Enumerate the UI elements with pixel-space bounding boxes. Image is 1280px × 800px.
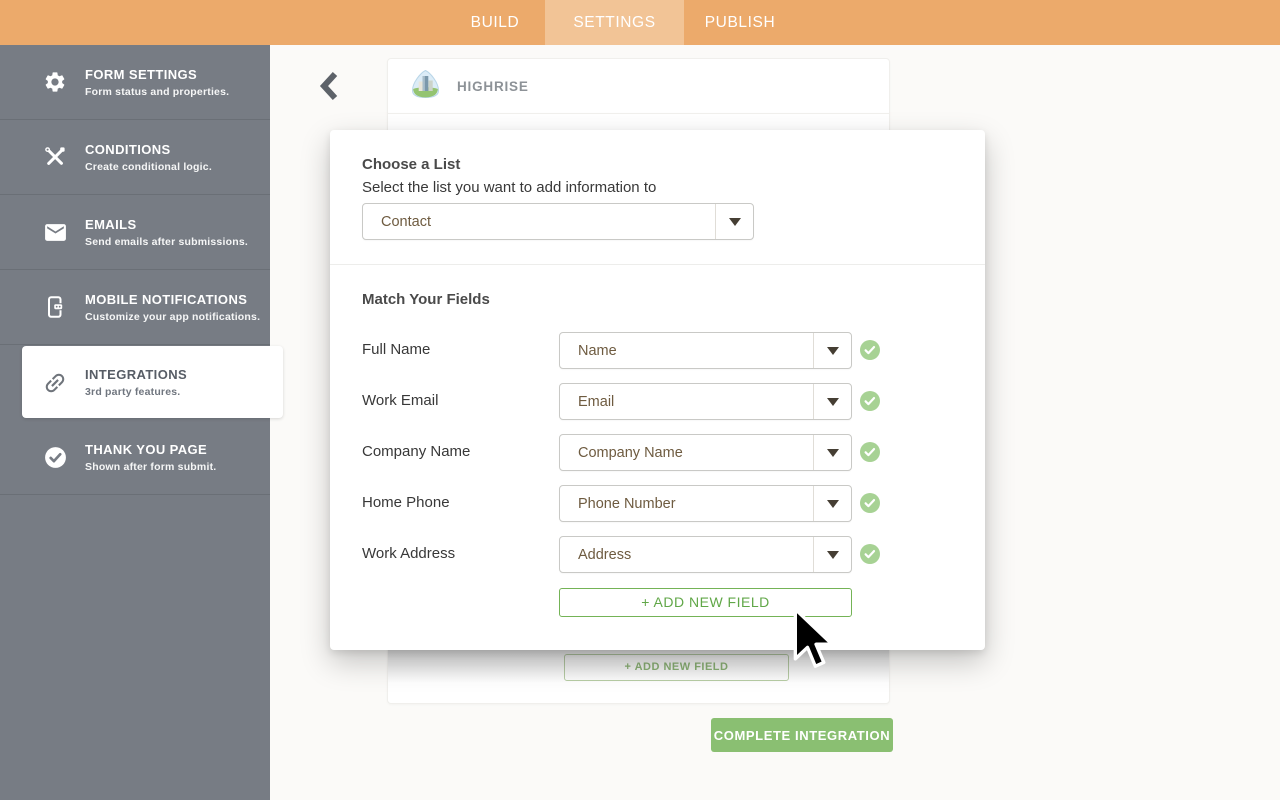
chevron-down-icon[interactable]	[813, 486, 851, 521]
field-select-work-email[interactable]: Email	[559, 383, 852, 420]
sidebar-item-subtitle: Form status and properties.	[85, 85, 230, 98]
integration-app-name: HIGHRISE	[457, 78, 529, 94]
section-divider	[330, 264, 985, 265]
field-select-work-address[interactable]: Address	[559, 536, 852, 573]
back-button[interactable]	[318, 70, 344, 102]
matched-check-icon	[860, 544, 880, 564]
field-label-company-name: Company Name	[362, 443, 471, 460]
tab-publish[interactable]: PUBLISH	[684, 0, 796, 45]
field-select-value: Address	[578, 546, 632, 563]
sidebar-item-title: CONDITIONS	[85, 141, 171, 157]
sidebar-item-form-settings[interactable]: FORM SETTINGS Form status and properties…	[0, 45, 270, 120]
chevron-down-icon[interactable]	[715, 204, 753, 239]
matched-check-icon	[860, 391, 880, 411]
field-select-company-name[interactable]: Company Name	[559, 434, 852, 471]
sidebar-item-title: MOBILE NOTIFICATIONS	[85, 291, 248, 307]
complete-integration-button[interactable]: COMPLETE INTEGRATION	[711, 718, 893, 752]
field-label-full-name: Full Name	[362, 341, 431, 358]
field-select-value: Email	[578, 393, 615, 410]
sidebar-item-subtitle: Create conditional logic.	[85, 160, 212, 173]
add-new-field-button[interactable]: + ADD NEW FIELD	[559, 588, 852, 617]
envelope-icon	[42, 219, 68, 245]
field-matching-dialog: Choose a List Select the list you want t…	[330, 130, 985, 650]
matched-check-icon	[860, 493, 880, 513]
sidebar-item-title: FORM SETTINGS	[85, 66, 198, 82]
nav-tabs: BUILD SETTINGS PUBLISH	[445, 0, 796, 45]
sidebar-item-title: THANK YOU PAGE	[85, 441, 208, 457]
add-new-field-button-background[interactable]: + ADD NEW FIELD	[564, 654, 789, 681]
tab-build[interactable]: BUILD	[445, 0, 545, 45]
gear-icon	[42, 69, 68, 95]
sidebar-item-thank-you-page[interactable]: THANK YOU PAGE Shown after form submit.	[0, 420, 270, 495]
field-select-value: Phone Number	[578, 495, 676, 512]
sidebar-item-emails[interactable]: EMAILS Send emails after submissions.	[0, 195, 270, 270]
sidebar-item-title: EMAILS	[85, 216, 137, 232]
field-label-work-address: Work Address	[362, 545, 456, 562]
sidebar-item-subtitle: 3rd party features.	[85, 386, 181, 398]
tab-settings[interactable]: SETTINGS	[545, 0, 684, 45]
field-label-work-email: Work Email	[362, 392, 439, 409]
link-icon	[42, 370, 68, 396]
chevron-down-icon[interactable]	[813, 384, 851, 419]
choose-list-subtitle: Select the list you want to add informat…	[362, 179, 657, 196]
sidebar-item-mobile-notifications[interactable]: MOBILE NOTIFICATIONS Customize your app …	[0, 270, 270, 345]
match-fields-title: Match Your Fields	[362, 291, 490, 308]
field-select-home-phone[interactable]: Phone Number	[559, 485, 852, 522]
matched-check-icon	[860, 442, 880, 462]
sidebar-item-subtitle: Customize your app notifications.	[85, 310, 261, 323]
mobile-chat-icon	[42, 294, 68, 320]
choose-list-title: Choose a List	[362, 156, 461, 173]
sidebar-item-integrations[interactable]: INTEGRATIONS 3rd party features.	[0, 345, 283, 420]
sidebar-item-subtitle: Shown after form submit.	[85, 460, 217, 473]
chevron-down-icon[interactable]	[813, 537, 851, 572]
field-select-value: Name	[578, 342, 617, 359]
field-select-value: Company Name	[578, 444, 683, 461]
list-select-value: Contact	[381, 213, 431, 230]
field-label-home-phone: Home Phone	[362, 494, 450, 511]
matched-check-icon	[860, 340, 880, 360]
list-select[interactable]: Contact	[362, 203, 754, 240]
main-content: HIGHRISE + ADD NEW FIELD COMPLETE INTEGR…	[270, 45, 1280, 800]
sidebar-item-title: INTEGRATIONS	[85, 367, 188, 382]
check-circle-icon	[42, 444, 68, 470]
top-navigation-bar: BUILD SETTINGS PUBLISH	[0, 0, 1280, 45]
tools-icon	[42, 144, 68, 170]
field-select-full-name[interactable]: Name	[559, 332, 852, 369]
chevron-down-icon[interactable]	[813, 435, 851, 470]
highrise-logo-icon	[409, 68, 442, 105]
settings-sidebar: FORM SETTINGS Form status and properties…	[0, 45, 283, 800]
sidebar-item-subtitle: Send emails after submissions.	[85, 235, 248, 248]
integration-panel-header: HIGHRISE	[388, 59, 889, 114]
chevron-down-icon[interactable]	[813, 333, 851, 368]
sidebar-item-conditions[interactable]: CONDITIONS Create conditional logic.	[0, 120, 270, 195]
